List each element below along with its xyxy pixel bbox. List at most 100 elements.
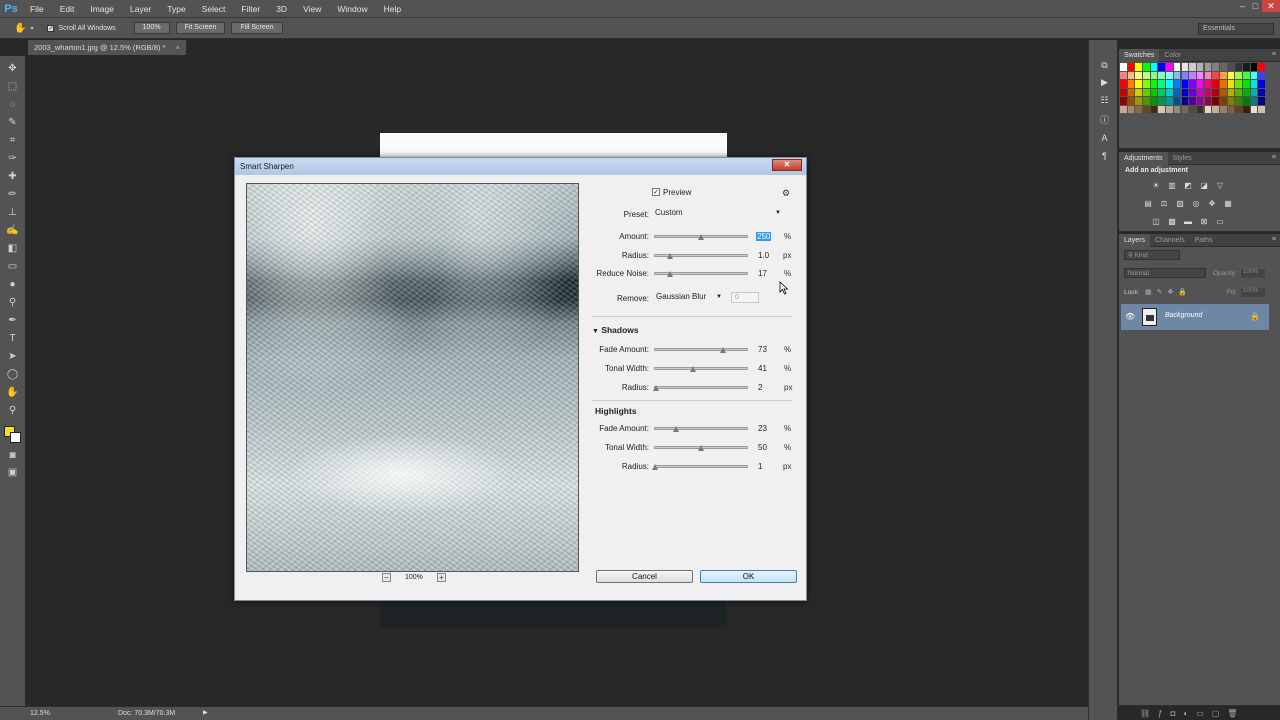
close-button[interactable]: ✕ — [1262, 0, 1280, 12]
swatch[interactable] — [1250, 88, 1258, 97]
swatch[interactable] — [1120, 97, 1127, 105]
swatch[interactable] — [1219, 105, 1227, 114]
healing-brush-tool-icon[interactable]: ✚ — [6, 170, 19, 183]
swatch[interactable] — [1189, 71, 1196, 80]
swatch[interactable] — [1196, 80, 1204, 88]
highlights-radius-input[interactable]: 1 — [758, 461, 778, 472]
swatch[interactable] — [1181, 71, 1189, 80]
move-tool-icon[interactable]: ✥ — [6, 62, 19, 75]
menu-help[interactable]: Help — [376, 4, 409, 14]
swatch[interactable] — [1166, 97, 1173, 105]
swatch[interactable] — [1120, 71, 1127, 80]
character-panel-icon[interactable]: A — [1099, 133, 1110, 144]
reduce-noise-input[interactable]: 17 — [758, 268, 778, 279]
swatch[interactable] — [1219, 63, 1227, 71]
swatch[interactable] — [1135, 105, 1142, 114]
adjustments-panel-menu-icon[interactable]: ≡ — [1272, 154, 1276, 161]
swatch[interactable] — [1127, 71, 1135, 80]
swatch[interactable] — [1143, 105, 1150, 114]
swatch[interactable] — [1196, 105, 1204, 114]
swatch[interactable] — [1212, 88, 1219, 97]
swatch[interactable] — [1150, 63, 1158, 71]
status-menu-arrow-icon[interactable]: ▶ — [203, 707, 208, 720]
group-icon[interactable]: ▭ — [1196, 709, 1212, 718]
swatch[interactable] — [1150, 105, 1158, 114]
swatch[interactable] — [1258, 105, 1265, 114]
background-color-swatch[interactable] — [10, 432, 21, 443]
swatch[interactable] — [1243, 71, 1250, 80]
tool-preset-arrow-icon[interactable]: ▾ — [30, 25, 33, 32]
opacity-input[interactable]: 100% — [1241, 269, 1265, 278]
swatch[interactable] — [1181, 63, 1189, 71]
tab-layers[interactable]: Layers — [1119, 233, 1151, 247]
dialog-close-button[interactable]: ✕ — [772, 159, 802, 171]
black-white-icon[interactable]: ▨ — [1175, 199, 1185, 208]
swatch[interactable] — [1235, 88, 1242, 97]
brush-tool-icon[interactable]: ✏ — [6, 188, 19, 201]
swatch[interactable] — [1181, 105, 1189, 114]
tab-channels[interactable]: Channels — [1150, 237, 1190, 244]
menu-view[interactable]: View — [295, 4, 329, 14]
color-lookup-icon[interactable]: ▦ — [1223, 199, 1233, 208]
swatch[interactable] — [1212, 80, 1219, 88]
highlights-fade-amount-slider[interactable] — [654, 427, 748, 430]
swatch[interactable] — [1120, 105, 1127, 114]
history-brush-tool-icon[interactable]: ✍ — [6, 224, 19, 237]
blend-mode-select[interactable]: Normal — [1124, 268, 1206, 278]
swatch[interactable] — [1135, 63, 1142, 71]
swatch[interactable] — [1235, 105, 1242, 114]
screen-mode-icon[interactable]: ▣ — [6, 466, 19, 479]
swatch[interactable] — [1243, 63, 1250, 71]
swatch[interactable] — [1135, 88, 1142, 97]
posterize-icon[interactable]: ▩ — [1167, 217, 1177, 226]
layer-row-background[interactable]: 👁 Background 🔒 — [1121, 304, 1269, 330]
swatch[interactable] — [1258, 88, 1265, 97]
menu-select[interactable]: Select — [194, 4, 234, 14]
menu-layer[interactable]: Layer — [122, 4, 159, 14]
curves-icon[interactable]: ◩ — [1183, 181, 1193, 190]
swatch[interactable] — [1258, 71, 1265, 80]
swatch[interactable] — [1204, 105, 1212, 114]
swatch[interactable] — [1189, 97, 1196, 105]
gradient-tool-icon[interactable]: ▭ — [6, 260, 19, 273]
shadows-radius-slider-thumb[interactable] — [652, 385, 659, 391]
status-zoom[interactable]: 12.5% — [30, 707, 50, 720]
shadows-radius-input[interactable]: 2 — [758, 382, 778, 393]
swatch[interactable] — [1173, 63, 1181, 71]
hand-tool-icon[interactable]: ✋ — [6, 386, 19, 399]
link-layers-icon[interactable]: ⛓ — [1140, 709, 1158, 718]
lasso-tool-icon[interactable]: ◌ — [6, 98, 19, 111]
hand-tool-icon[interactable]: ✋ — [14, 23, 26, 34]
swatch[interactable] — [1212, 63, 1219, 71]
swatch[interactable] — [1196, 88, 1204, 97]
properties-panel-icon[interactable]: ☷ — [1099, 95, 1110, 106]
swatch[interactable] — [1127, 97, 1135, 105]
swatch[interactable] — [1158, 71, 1166, 80]
hue-saturation-icon[interactable]: ▤ — [1143, 199, 1153, 208]
swatch[interactable] — [1158, 80, 1166, 88]
type-tool-icon[interactable]: T — [6, 332, 19, 345]
swatch[interactable] — [1227, 105, 1235, 114]
invert-icon[interactable]: ◫ — [1151, 217, 1161, 226]
swatch[interactable] — [1250, 97, 1258, 105]
swatch[interactable] — [1227, 80, 1235, 88]
shadows-tonal-width-input[interactable]: 41 — [758, 363, 778, 374]
swatch[interactable] — [1143, 71, 1150, 80]
swatch[interactable] — [1120, 80, 1127, 88]
swatch[interactable] — [1196, 63, 1204, 71]
swatch[interactable] — [1166, 71, 1173, 80]
highlights-header[interactable]: Highlights — [595, 406, 637, 416]
swatch[interactable] — [1212, 105, 1219, 114]
amount-slider-thumb[interactable] — [698, 234, 704, 240]
swatch[interactable] — [1143, 63, 1150, 71]
tab-color[interactable]: Color — [1159, 52, 1186, 59]
swatch[interactable] — [1212, 97, 1219, 105]
eyedropper-tool-icon[interactable]: ✑ — [6, 152, 19, 165]
new-layer-icon[interactable]: ▢ — [1212, 709, 1228, 718]
swatch[interactable] — [1212, 71, 1219, 80]
swatch[interactable] — [1243, 105, 1250, 114]
shadows-radius-slider[interactable] — [654, 386, 748, 389]
visibility-eye-icon[interactable]: 👁 — [1125, 312, 1135, 321]
radius-input[interactable]: 1.0 — [758, 250, 778, 261]
tab-styles[interactable]: Styles — [1168, 155, 1197, 162]
